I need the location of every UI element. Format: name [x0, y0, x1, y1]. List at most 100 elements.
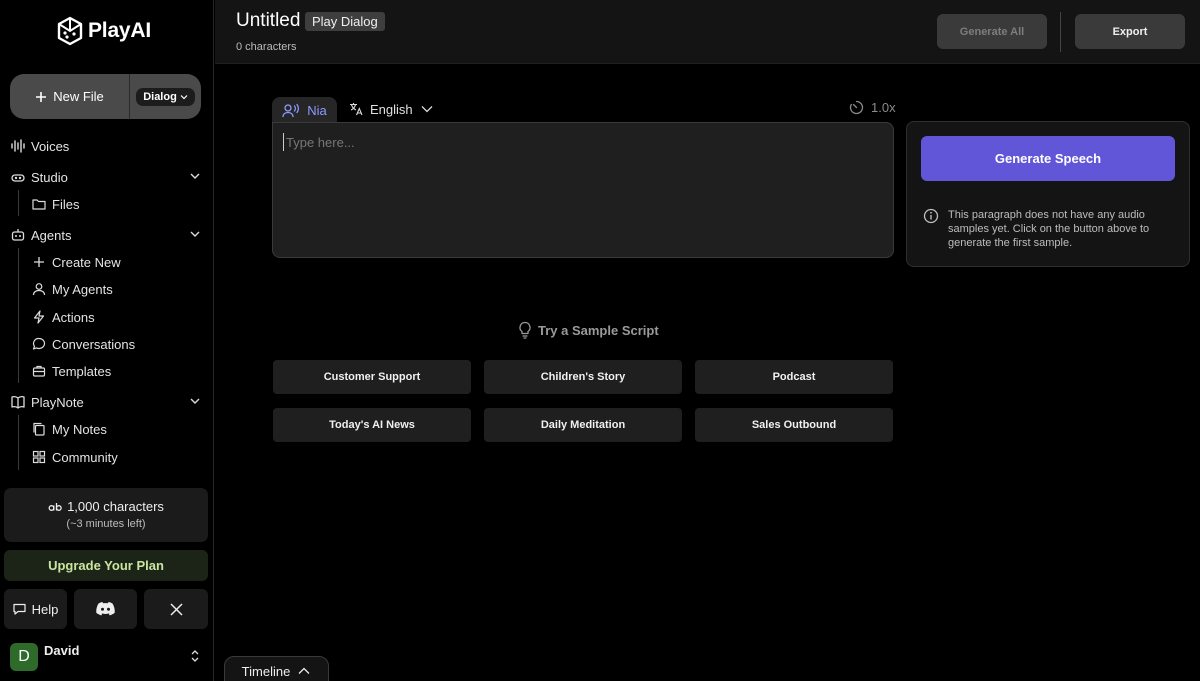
sidebar-item-community[interactable]: Community	[32, 445, 202, 469]
waveform-icon	[11, 139, 25, 153]
mode-badge: Play Dialog	[305, 12, 385, 31]
speed-control[interactable]: 1.0x	[849, 100, 896, 115]
tree-line	[18, 415, 19, 470]
timeline-toggle[interactable]: Timeline	[224, 656, 329, 681]
sidebar-item-studio[interactable]: Studio	[10, 165, 205, 189]
lightning-icon	[33, 310, 45, 324]
chevron-down-icon	[421, 106, 433, 113]
sidebar-item-my-agents[interactable]: My Agents	[32, 277, 202, 301]
characters-icon	[48, 502, 62, 511]
header-divider	[1060, 12, 1061, 52]
top-header: Untitled Play Dialog 0 characters Genera…	[215, 0, 1200, 64]
plus-icon	[34, 257, 44, 267]
file-type-value: Dialog	[143, 90, 177, 103]
upgrade-plan-button[interactable]: Upgrade Your Plan	[4, 550, 208, 581]
sample-script-button[interactable]: Children's Story	[484, 360, 682, 394]
file-type-select[interactable]: Dialog	[136, 87, 195, 106]
credits-time-left: (~3 minutes left)	[66, 518, 146, 530]
voice-user-icon	[282, 103, 300, 117]
sidebar-item-label: Files	[52, 196, 80, 212]
sample-script-button[interactable]: Today's AI News	[273, 408, 471, 442]
sidebar-item-conversations[interactable]: Conversations	[32, 332, 202, 356]
sidebar-item-label: Conversations	[52, 336, 136, 352]
sidebar-item-templates[interactable]: Templates	[32, 359, 202, 383]
new-file-group: New File Dialog	[10, 74, 201, 119]
chevron-down-icon[interactable]	[189, 395, 201, 407]
generate-all-button[interactable]: Generate All	[937, 14, 1047, 49]
sidebar-item-agents[interactable]: Agents	[10, 223, 205, 247]
new-file-label: New File	[53, 89, 104, 104]
x-logo-icon	[169, 602, 183, 616]
sidebar-item-actions[interactable]: Actions	[32, 305, 202, 329]
sidebar-item-label: Community	[52, 449, 118, 465]
user-icon	[32, 283, 46, 296]
credits-amount-row: 1,000 characters	[4, 499, 208, 514]
chevron-down-icon[interactable]	[189, 228, 201, 240]
brand-name: PlayAI	[88, 19, 151, 42]
sample-script-button[interactable]: Podcast	[695, 360, 893, 394]
speed-dial-icon	[849, 100, 864, 115]
sidebar-item-label: Create New	[52, 254, 121, 270]
message-icon	[13, 603, 26, 615]
info-icon	[923, 208, 939, 224]
user-menu[interactable]: D David	[10, 642, 204, 672]
sidebar-item-label: My Agents	[52, 281, 113, 297]
playai-logo-icon	[57, 16, 83, 46]
language-value: English	[370, 101, 413, 117]
discord-icon	[96, 602, 115, 616]
sidebar-item-create-new[interactable]: Create New	[32, 250, 202, 274]
sidebar-item-playnote[interactable]: PlayNote	[10, 390, 205, 414]
sidebar-item-label: Actions	[52, 309, 95, 325]
brand-logo[interactable]: PlayAI	[56, 15, 151, 47]
sidebar-item-label: Studio	[31, 169, 68, 185]
chat-bubble-icon	[32, 337, 46, 350]
audio-samples-info: This paragraph does not have any audio s…	[948, 209, 1150, 249]
chevron-down-icon	[180, 94, 188, 99]
file-type-area: Dialog	[130, 74, 201, 119]
book-icon	[11, 396, 25, 409]
character-count: 0 characters	[236, 41, 297, 53]
chevron-up-icon	[298, 667, 310, 674]
sample-script-button[interactable]: Customer Support	[273, 360, 471, 394]
sidebar-item-voices[interactable]: Voices	[10, 134, 205, 158]
sidebar-item-label: Agents	[31, 227, 72, 243]
copy-icon	[33, 422, 45, 436]
export-button[interactable]: Export	[1075, 14, 1185, 49]
script-text-input[interactable]	[283, 133, 873, 151]
document-title[interactable]: Untitled	[236, 10, 300, 32]
generate-panel: Generate Speech This paragraph does not …	[906, 121, 1190, 267]
chevron-down-icon[interactable]	[189, 170, 201, 182]
x-twitter-button[interactable]	[144, 589, 208, 629]
help-label: Help	[31, 601, 59, 617]
sidebar-item-label: My Notes	[52, 421, 107, 437]
sidebar-item-my-notes[interactable]: My Notes	[32, 417, 202, 441]
help-button[interactable]: Help	[4, 589, 67, 629]
folder-icon	[32, 199, 46, 210]
language-select[interactable]: English	[349, 99, 434, 119]
sidebar-item-label: Voices	[31, 138, 70, 154]
speed-value: 1.0x	[871, 100, 896, 115]
credits-amount: 1,000 characters	[67, 499, 164, 514]
voice-name: Nia	[307, 102, 327, 118]
lightbulb-icon	[519, 321, 531, 339]
chevron-up-down-icon[interactable]	[190, 649, 200, 663]
sidebar-item-label: Templates	[52, 363, 112, 379]
studio-icon	[11, 174, 25, 182]
sample-script-heading-text: Try a Sample Script	[538, 322, 659, 338]
robot-icon	[11, 229, 25, 241]
discord-button[interactable]	[74, 589, 137, 629]
briefcase-icon	[32, 365, 46, 377]
user-name: David	[44, 643, 80, 658]
avatar: D	[10, 643, 38, 671]
grid-icon	[32, 450, 46, 464]
credits-card: 1,000 characters (~3 minutes left)	[4, 488, 208, 542]
script-editor	[272, 122, 894, 258]
tree-line	[18, 248, 19, 383]
voice-selector[interactable]: Nia	[272, 97, 337, 123]
sample-script-button[interactable]: Daily Meditation	[484, 408, 682, 442]
tree-line	[18, 190, 19, 216]
new-file-button[interactable]: New File	[10, 74, 130, 119]
sample-script-button[interactable]: Sales Outbound	[695, 408, 893, 442]
sidebar-item-files[interactable]: Files	[32, 192, 202, 216]
generate-speech-button[interactable]: Generate Speech	[921, 136, 1175, 181]
